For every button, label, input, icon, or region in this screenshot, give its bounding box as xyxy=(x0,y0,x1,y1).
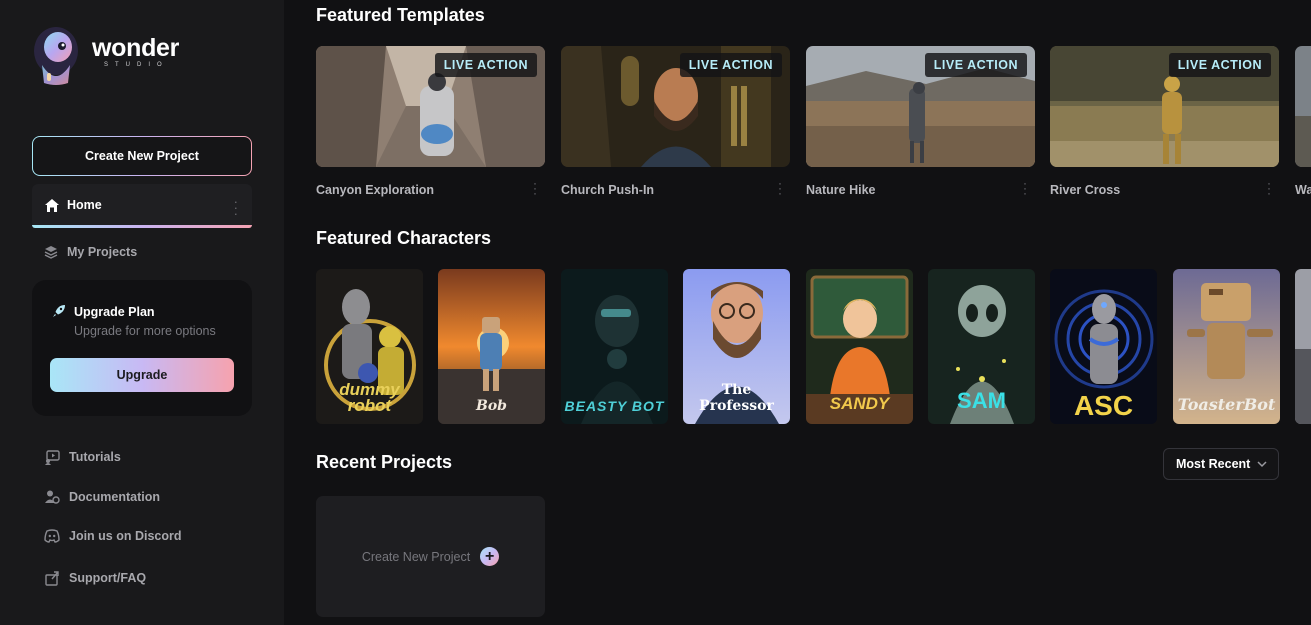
sidebar-link-support[interactable]: Support/FAQ xyxy=(44,570,146,586)
featured-characters-title: Featured Characters xyxy=(316,228,492,248)
create-new-project-card[interactable]: Create New Project + xyxy=(316,496,545,617)
template-label: Wa xyxy=(1295,183,1311,197)
character-name: The Professor xyxy=(699,382,774,414)
character-card-sam[interactable]: SAM xyxy=(928,269,1035,424)
character-card-toasterbot[interactable]: ToasterBot xyxy=(1173,269,1280,424)
character-card-sandy[interactable]: SANDY xyxy=(806,269,913,424)
live-action-badge: LIVE ACTION xyxy=(1168,53,1271,77)
sort-dropdown[interactable]: Most Recent xyxy=(1163,448,1279,480)
character-card-the-professor[interactable]: The Professor xyxy=(683,269,790,424)
character-name: BEASTY BOT xyxy=(564,398,665,414)
live-action-badge: LIVE ACTION xyxy=(679,53,782,77)
more-options-icon[interactable]: · · · xyxy=(1023,177,1027,199)
sidebar-link-label: Support/FAQ xyxy=(69,571,147,585)
sidebar-link-label: Tutorials xyxy=(69,450,121,464)
upgrade-title: Upgrade Plan xyxy=(74,305,155,319)
sidebar-link-documentation[interactable]: Documentation xyxy=(44,489,160,505)
sidebar-item-home[interactable]: Home · · · xyxy=(32,184,252,228)
template-card-church-push-in[interactable]: LIVE ACTION xyxy=(561,46,790,167)
live-action-badge: LIVE ACTION xyxy=(924,53,1027,77)
upgrade-button[interactable]: Upgrade xyxy=(50,358,234,392)
sidebar-link-discord[interactable]: Join us on Discord xyxy=(44,529,182,543)
brand-name: wonder xyxy=(92,34,180,62)
featured-templates-title: Featured Templates xyxy=(316,5,485,25)
template-card-partial[interactable] xyxy=(1295,46,1311,167)
template-card-nature-hike[interactable]: LIVE ACTION xyxy=(806,46,1035,167)
home-icon xyxy=(44,198,60,218)
sidebar-link-label: Documentation xyxy=(69,490,160,504)
create-new-project-button[interactable]: Create New Project xyxy=(32,136,252,176)
character-name: SAM xyxy=(957,388,1006,413)
template-label: Nature Hike xyxy=(806,183,876,197)
character-card-bob[interactable]: Bob xyxy=(438,269,545,424)
template-label: River Cross xyxy=(1050,183,1121,197)
character-card-dummy-robot[interactable]: dummy robot xyxy=(316,269,423,424)
brand-subtitle: STUDIO xyxy=(104,62,169,68)
tutorials-icon xyxy=(45,450,60,465)
character-thumbnail xyxy=(1295,269,1311,424)
sidebar-item-label: My Projects xyxy=(67,245,138,259)
template-thumbnail xyxy=(1295,46,1311,167)
sidebar-item-my-projects[interactable]: My Projects xyxy=(44,245,137,259)
character-card-asc[interactable]: ASC xyxy=(1050,269,1157,424)
character-name: Bob xyxy=(476,398,507,414)
discord-icon xyxy=(44,529,60,543)
rocket-icon xyxy=(51,303,67,324)
brand-logo[interactable]: wonder STUDIO xyxy=(32,25,179,87)
sidebar: wonder STUDIO Create New Project Home · ·… xyxy=(0,0,284,625)
template-label: Church Push-In xyxy=(561,183,655,197)
template-label: Canyon Exploration xyxy=(316,183,435,197)
character-name: ToasterBot xyxy=(1177,395,1276,414)
support-icon xyxy=(45,571,59,586)
sidebar-link-label: Join us on Discord xyxy=(69,529,182,543)
more-options-icon[interactable]: · · · xyxy=(1267,177,1271,199)
documentation-icon xyxy=(45,490,60,504)
logo-mark-icon xyxy=(32,25,80,87)
character-card-partial[interactable] xyxy=(1295,269,1311,424)
character-name: ASC xyxy=(1073,390,1134,421)
sort-dropdown-value: Most Recent xyxy=(1176,457,1251,471)
upgrade-plan-card: Upgrade Plan Upgrade for more options Up… xyxy=(32,280,252,416)
layers-icon xyxy=(44,246,58,259)
character-card-beasty-bot[interactable]: BEASTY BOT xyxy=(561,269,668,424)
sidebar-link-tutorials[interactable]: Tutorials xyxy=(44,449,121,465)
character-name: SANDY xyxy=(829,394,890,413)
character-name: dummy robot xyxy=(339,380,400,415)
more-options-icon[interactable]: · · · xyxy=(234,195,238,220)
sidebar-item-label: Home xyxy=(67,198,102,212)
upgrade-subtitle: Upgrade for more options xyxy=(74,324,216,338)
more-options-icon[interactable]: · · · xyxy=(533,177,537,199)
template-card-canyon-exploration[interactable]: LIVE ACTION xyxy=(316,46,545,167)
create-new-project-label: Create New Project xyxy=(361,549,471,564)
more-options-icon[interactable]: · · · xyxy=(778,177,782,199)
live-action-badge: LIVE ACTION xyxy=(434,53,537,77)
plus-icon: + xyxy=(480,547,500,566)
chevron-down-icon xyxy=(1256,458,1268,473)
recent-projects-title: Recent Projects xyxy=(316,452,453,472)
template-card-river-cross[interactable]: LIVE ACTION xyxy=(1050,46,1279,167)
